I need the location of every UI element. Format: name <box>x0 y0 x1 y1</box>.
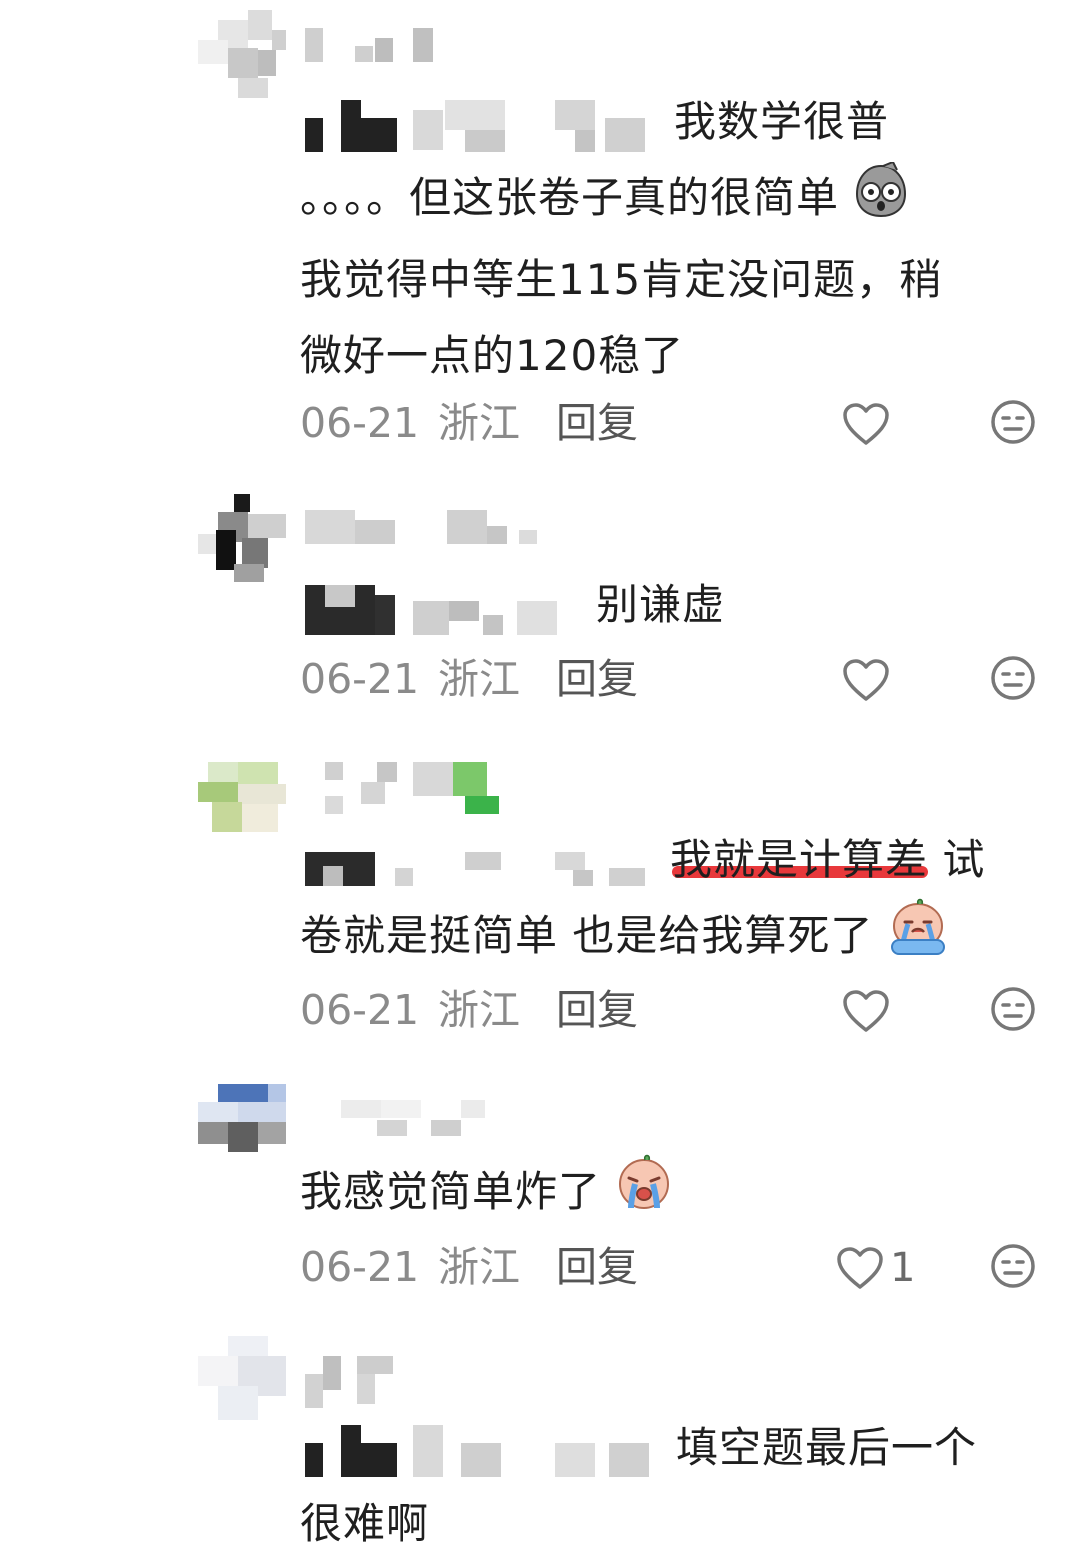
comment-meta: 06-21 浙江 回复 1 <box>300 1237 1040 1297</box>
reply-button[interactable]: 回复 <box>556 393 638 453</box>
comment-line: 我就是计算差 试 <box>670 835 986 884</box>
comment-line: 很难啊 <box>300 1499 430 1548</box>
reply-button[interactable]: 回复 <box>556 1237 638 1297</box>
avatar[interactable] <box>198 1084 286 1172</box>
neutral-face-icon <box>991 987 1035 1031</box>
dislike-button[interactable] <box>990 1243 1036 1289</box>
avatar[interactable] <box>198 1336 286 1424</box>
crying-face-emoji <box>888 898 948 980</box>
comment-text: 我就是计算差 试 卷就是挺简单 也是给我算死了 <box>300 822 1040 980</box>
avatar[interactable] <box>198 762 286 850</box>
comment-line: 卷就是挺简单 也是给我算死了 <box>300 898 1040 980</box>
comment-location: 浙江 <box>438 655 520 703</box>
comment-text: 填空题最后一个 很难啊 <box>300 1410 1040 1562</box>
comment-line: 微好一点的120稳了 <box>300 331 685 380</box>
like-button[interactable] <box>842 657 896 703</box>
comment-meta: 06-21 浙江 回复 <box>300 980 1040 1040</box>
comment-location: 浙江 <box>438 986 520 1034</box>
comment-line: 别谦虚 <box>596 580 726 629</box>
comment-line: 填空题最后一个 <box>676 1423 978 1472</box>
like-button[interactable] <box>842 401 896 447</box>
heart-outline-icon <box>843 403 889 445</box>
comment-line: 我觉得中等生115肯定没问题，稍 <box>300 255 943 304</box>
comment-date: 06-21 <box>300 1243 420 1291</box>
worried-face-emoji <box>853 160 909 242</box>
dislike-button[interactable] <box>990 986 1036 1032</box>
neutral-face-icon <box>991 656 1035 700</box>
comment-line-text: 我感觉简单炸了 <box>300 1167 602 1216</box>
comment-line: 我数学很普 <box>674 97 890 146</box>
comment-date: 06-21 <box>300 655 420 703</box>
reply-button[interactable]: 回复 <box>556 980 638 1040</box>
reply-button[interactable]: 回复 <box>556 649 638 709</box>
comment-line-text: 卷就是挺简单 也是给我算死了 <box>300 911 874 960</box>
dislike-button[interactable] <box>990 399 1036 445</box>
comment-date: 06-21 <box>300 986 420 1034</box>
heart-outline-icon <box>843 990 889 1032</box>
comment-line: 我感觉简单炸了 <box>300 1154 1040 1236</box>
like-button[interactable]: 1 <box>836 1245 915 1291</box>
like-button[interactable] <box>842 988 896 1034</box>
comment-meta: 06-21 浙江 回复 <box>300 649 1040 709</box>
heart-outline-icon <box>837 1247 883 1289</box>
comment-location: 浙江 <box>438 1243 520 1291</box>
comment-text: 我感觉简单炸了 <box>300 1154 1040 1236</box>
avatar[interactable] <box>198 10 286 98</box>
comment-line: 。。。。但这张卷子真的很简单 <box>300 160 1040 242</box>
neutral-face-icon <box>991 1244 1035 1288</box>
like-count: 1 <box>890 1245 916 1291</box>
comment-text: 别谦虚 <box>300 567 1040 643</box>
crying-face-emoji <box>615 1154 673 1236</box>
heart-outline-icon <box>843 659 889 701</box>
comment-text: 我数学很普 。。。。但这张卷子真的很简单 我觉得中等生115肯定没问题，稍 微好… <box>300 84 1040 394</box>
comment-date: 06-21 <box>300 399 420 447</box>
avatar[interactable] <box>198 494 286 582</box>
dislike-button[interactable] <box>990 655 1036 701</box>
comment-location: 浙江 <box>438 399 520 447</box>
neutral-face-icon <box>991 400 1035 444</box>
comment-line-text: 。。。。但这张卷子真的很简单 <box>300 173 840 222</box>
comment-meta: 06-21 浙江 回复 <box>300 393 1040 453</box>
